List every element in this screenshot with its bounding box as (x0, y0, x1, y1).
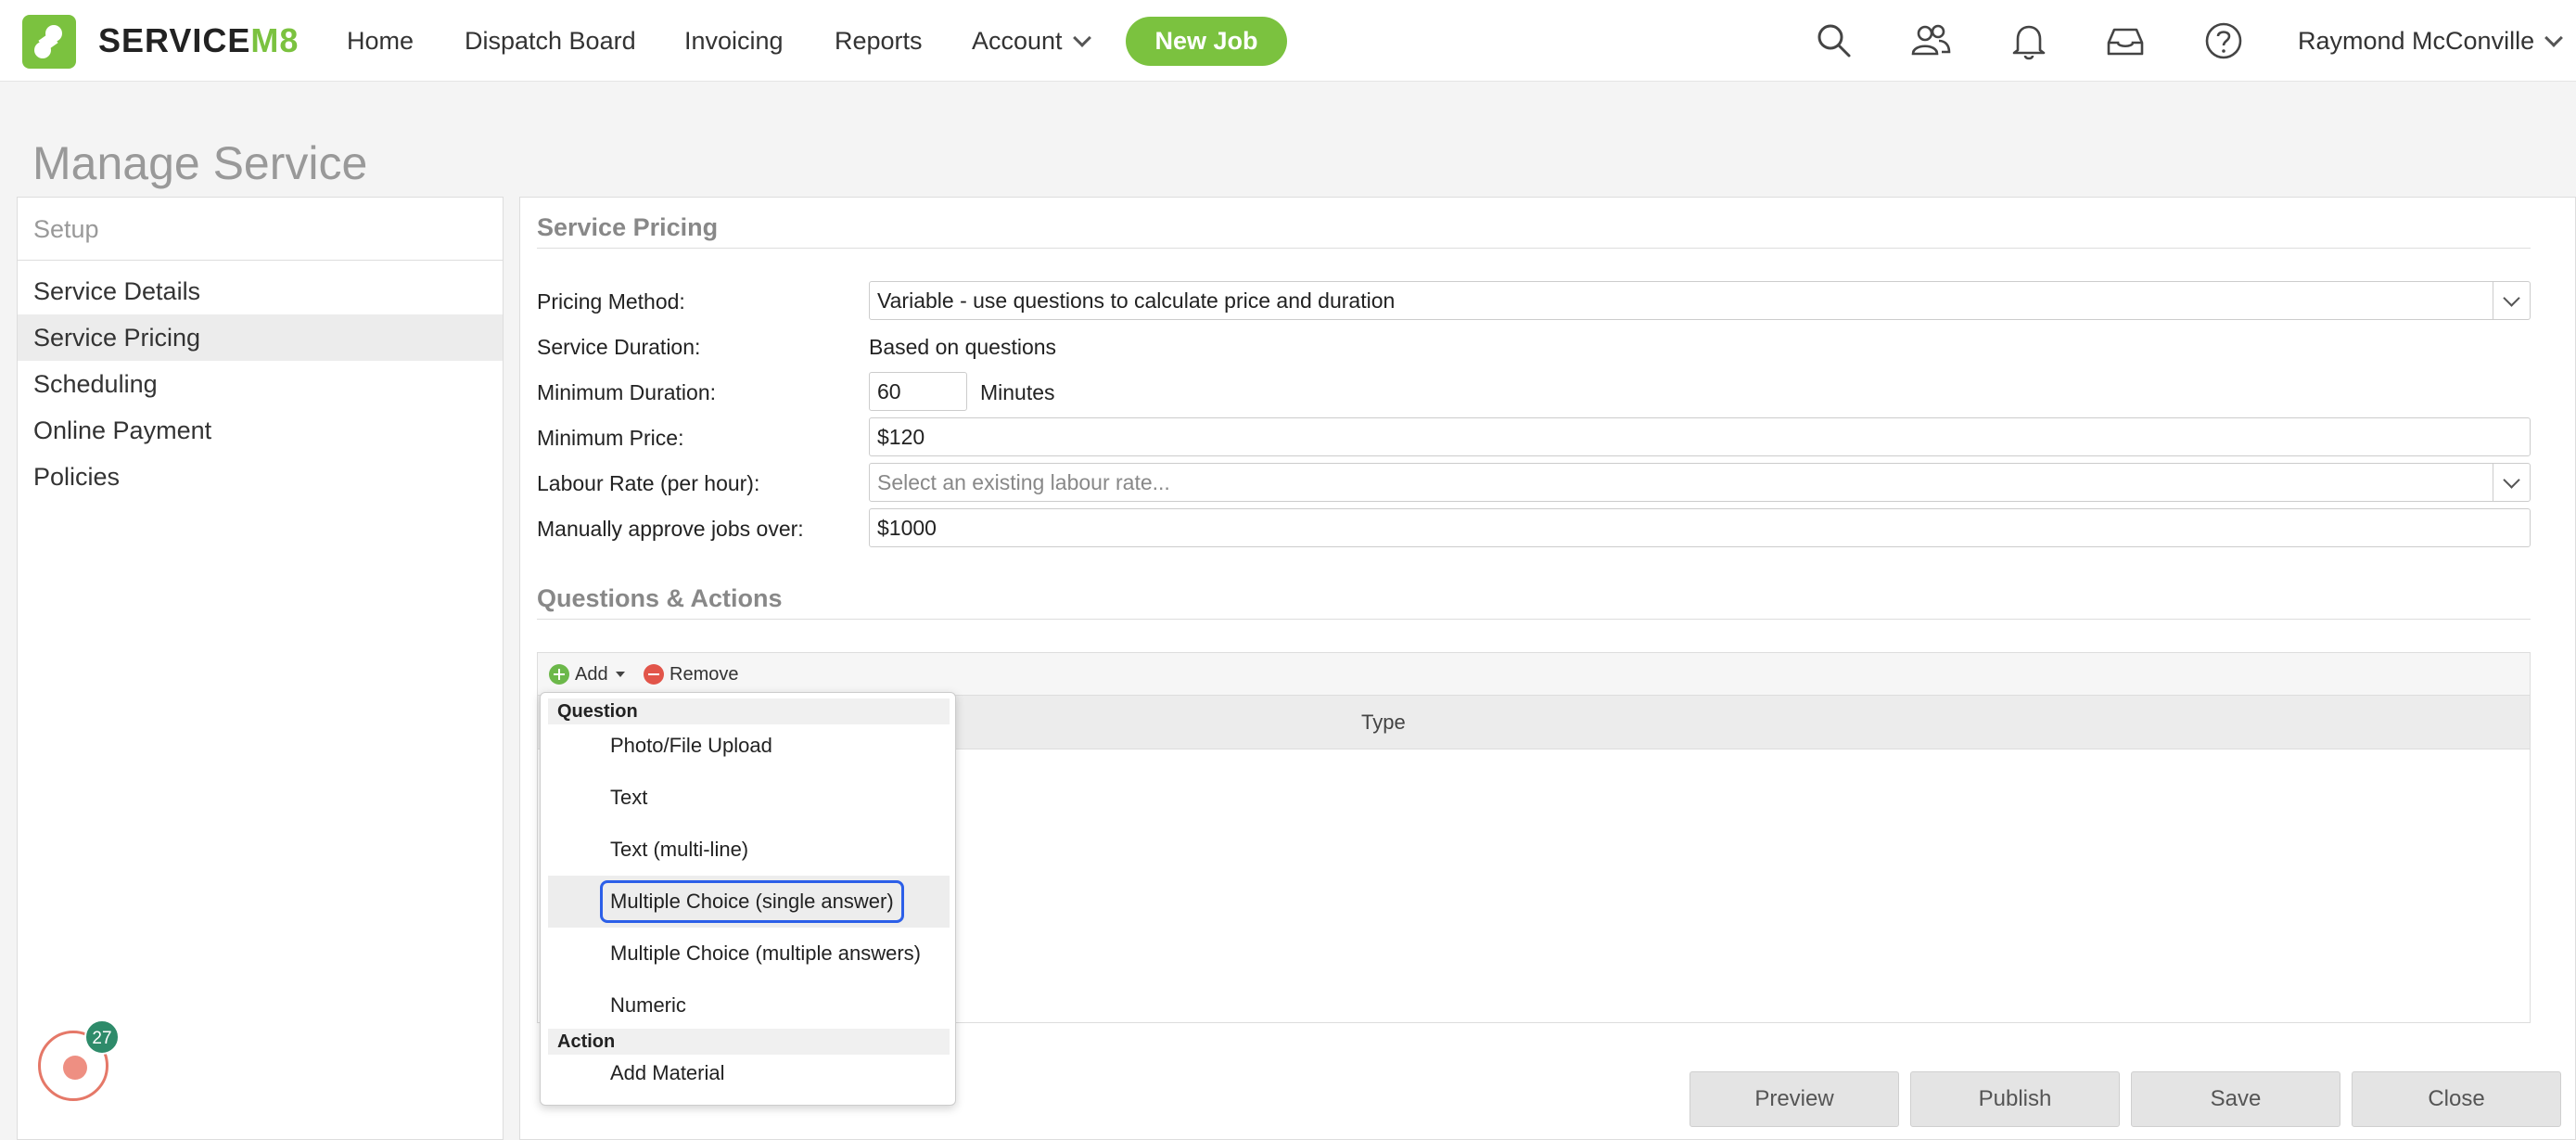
setup-sidebar: Setup Service Details Service Pricing Sc… (17, 197, 504, 1140)
chevron-down-icon (1072, 29, 1091, 47)
minimum-price-label: Minimum Price: (537, 426, 684, 450)
footer-actions: Preview Publish Save Close (519, 1057, 2576, 1140)
close-button[interactable]: Close (2352, 1071, 2561, 1127)
sidebar-item-scheduling[interactable]: Scheduling (18, 361, 503, 407)
brand-wordmark[interactable]: SERVICEM8 (98, 22, 299, 59)
notification-badge: 27 (84, 1019, 120, 1055)
add-label: Add (575, 664, 608, 685)
menu-item-multiple-choice-single[interactable]: Multiple Choice (single answer) (548, 876, 950, 928)
nav-account[interactable]: Account (972, 22, 1091, 59)
servicem8-logo-icon[interactable] (22, 15, 76, 69)
top-nav: SERVICEM8 Home Dispatch Board Invoicing … (0, 0, 2576, 82)
labour-rate-select[interactable]: Select an existing labour rate... (869, 463, 2531, 502)
nav-account-label: Account (972, 27, 1063, 55)
chevron-down-icon (2544, 29, 2563, 47)
menu-item-text-multiline[interactable]: Text (multi-line) (548, 824, 950, 876)
nav-invoicing[interactable]: Invoicing (684, 22, 784, 59)
add-dropdown-menu: Question Photo/File Upload Text Text (mu… (540, 692, 956, 1106)
pricing-method-select[interactable]: Variable - use questions to calculate pr… (869, 281, 2531, 320)
minimum-duration-input[interactable]: 60 (869, 372, 967, 411)
service-duration-value: Based on questions (869, 335, 1057, 359)
service-duration-label: Service Duration: (537, 335, 701, 359)
add-icon (549, 664, 569, 685)
sidebar-item-online-payment[interactable]: Online Payment (18, 407, 503, 454)
sidebar-item-service-details[interactable]: Service Details (18, 268, 503, 314)
search-icon[interactable] (1812, 19, 1856, 63)
divider (537, 248, 2531, 249)
questions-actions-title: Questions & Actions (537, 584, 783, 612)
remove-label: Remove (670, 664, 739, 685)
manual-approve-input[interactable]: $1000 (869, 508, 2531, 547)
save-button[interactable]: Save (2131, 1071, 2340, 1127)
chevron-down-icon (2493, 464, 2530, 501)
pricing-method-label: Pricing Method: (537, 289, 685, 314)
publish-button[interactable]: Publish (1910, 1071, 2120, 1127)
preview-button[interactable]: Preview (1690, 1071, 1899, 1127)
remove-icon (644, 664, 664, 685)
grid-toolbar: Add Remove (538, 653, 2530, 696)
caret-down-icon (615, 672, 625, 677)
menu-item-label: Multiple Choice (single answer) (600, 880, 904, 923)
page-title: Manage Service (32, 137, 368, 189)
column-header-type[interactable]: Type (1361, 704, 1406, 741)
user-name: Raymond McConville (2298, 27, 2535, 55)
nav-home[interactable]: Home (347, 22, 414, 59)
pricing-method-value: Variable - use questions to calculate pr… (877, 288, 1396, 313)
remove-button[interactable]: Remove (644, 661, 738, 687)
add-button[interactable]: Add (549, 661, 625, 687)
minimum-duration-unit: Minutes (980, 380, 1055, 404)
record-dot-icon (63, 1056, 87, 1080)
nav-dispatch-board[interactable]: Dispatch Board (465, 22, 636, 59)
sidebar-header: Setup (18, 198, 503, 261)
nav-reports[interactable]: Reports (835, 22, 923, 59)
service-pricing-title: Service Pricing (537, 213, 719, 241)
labour-rate-placeholder: Select an existing labour rate... (877, 470, 1170, 494)
sidebar-item-policies[interactable]: Policies (18, 454, 503, 500)
sidebar-item-service-pricing[interactable]: Service Pricing (18, 314, 503, 361)
new-job-button[interactable]: New Job (1126, 17, 1287, 66)
people-icon[interactable] (1908, 19, 1953, 63)
minimum-price-input[interactable]: $120 (869, 417, 2531, 456)
chevron-down-icon (2493, 282, 2530, 319)
manual-approve-label: Manually approve jobs over: (537, 517, 804, 541)
inbox-icon[interactable] (2103, 19, 2148, 63)
menu-item-numeric[interactable]: Numeric (548, 980, 950, 1031)
menu-item-photo-upload[interactable]: Photo/File Upload (548, 720, 950, 772)
labour-rate-label: Labour Rate (per hour): (537, 471, 760, 495)
menu-item-multiple-choice-multiple[interactable]: Multiple Choice (multiple answers) (548, 928, 950, 980)
bell-icon[interactable] (2007, 19, 2051, 63)
user-menu[interactable]: Raymond McConville (2298, 22, 2563, 59)
menu-item-text[interactable]: Text (548, 772, 950, 824)
minimum-duration-label: Minimum Duration: (537, 380, 716, 404)
help-icon[interactable] (2201, 19, 2246, 63)
divider (537, 619, 2531, 620)
